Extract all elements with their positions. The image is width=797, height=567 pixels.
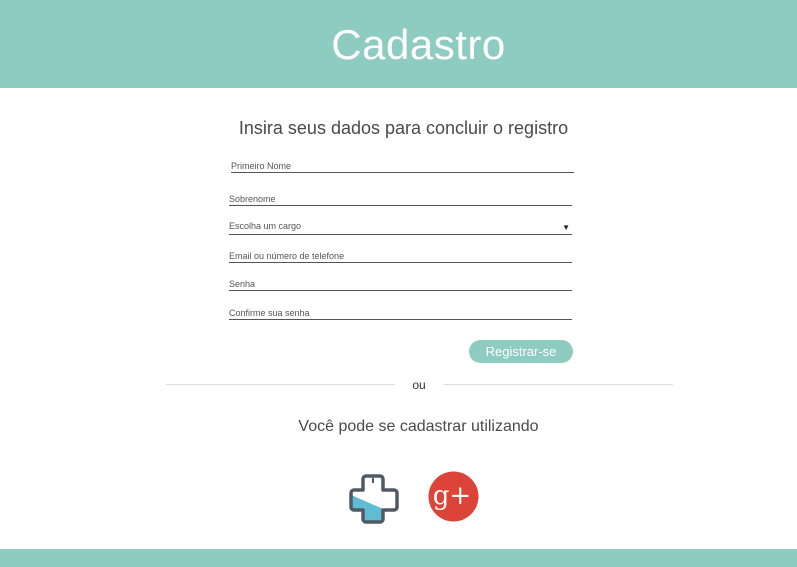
page-title: Cadastro bbox=[331, 21, 506, 68]
dropdown-arrow-icon: ▼ bbox=[562, 223, 570, 232]
role-select-value: Escolha um cargo bbox=[229, 221, 302, 231]
register-button[interactable]: Registrar-se bbox=[469, 340, 573, 363]
header-bar: Cadastro bbox=[0, 0, 797, 88]
divider-line-right bbox=[444, 384, 673, 385]
password-input[interactable] bbox=[229, 277, 572, 290]
divider-label: ou bbox=[412, 378, 426, 392]
google-plus-label: g+ bbox=[433, 481, 471, 511]
email-phone-input[interactable] bbox=[229, 249, 572, 262]
footer-bar bbox=[0, 549, 797, 567]
google-plus-icon: g+ bbox=[428, 471, 479, 522]
form-subtitle: Insira seus dados para concluir o regist… bbox=[238, 118, 569, 138]
confirm-password-input[interactable] bbox=[229, 306, 572, 319]
last-name-field bbox=[229, 192, 572, 206]
last-name-input[interactable] bbox=[229, 192, 572, 205]
email-phone-field bbox=[229, 249, 572, 263]
role-select[interactable]: Escolha um cargo ▼ bbox=[229, 221, 572, 235]
first-name-input[interactable] bbox=[231, 159, 574, 172]
social-signup-prompt: Você pode se cadastrar utilizando bbox=[298, 418, 539, 435]
google-plus-signup-button[interactable]: g+ bbox=[428, 471, 479, 522]
divider-line-left bbox=[166, 384, 395, 385]
signup-page: Cadastro Insira seus dados para concluir… bbox=[0, 0, 797, 567]
password-field bbox=[229, 277, 572, 291]
first-name-field bbox=[231, 159, 574, 173]
confirm-password-field bbox=[229, 306, 572, 320]
health-cross-signup-button[interactable] bbox=[349, 474, 399, 524]
health-cross-icon bbox=[349, 474, 399, 524]
